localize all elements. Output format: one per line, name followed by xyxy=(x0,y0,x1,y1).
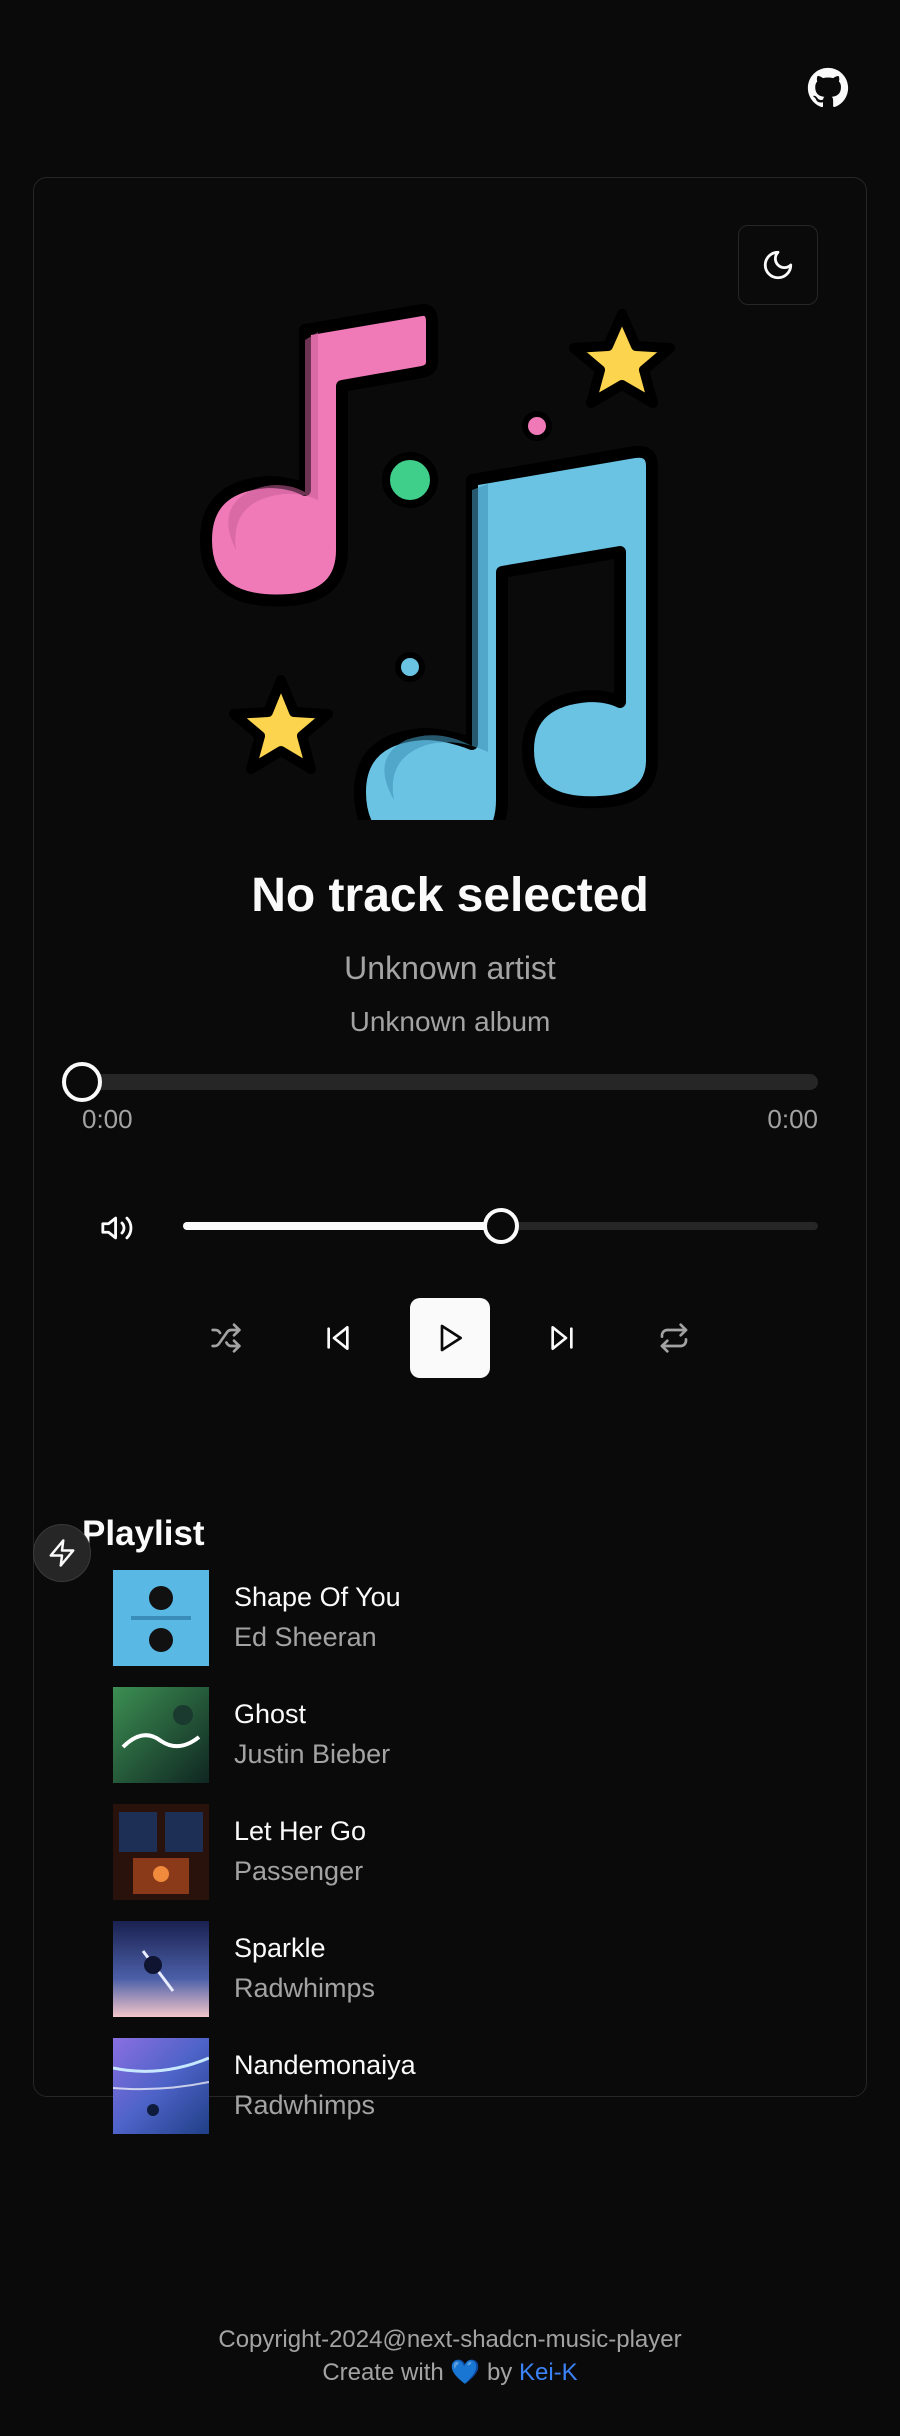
zap-icon xyxy=(49,1539,75,1567)
github-link[interactable] xyxy=(806,66,850,110)
album-cover xyxy=(113,1570,209,1666)
theme-toggle-button[interactable] xyxy=(738,225,818,305)
dot-green xyxy=(382,452,438,508)
album-cover xyxy=(113,1804,209,1900)
track-title: No track selected xyxy=(251,869,649,922)
playlist: Shape Of You Ed Sheeran Ghost Justin Bie… xyxy=(113,1570,813,2155)
shuffle-icon xyxy=(211,1323,241,1353)
play-icon xyxy=(440,1324,462,1352)
progress-slider[interactable] xyxy=(62,1062,818,1102)
time-total: 0:00 xyxy=(767,1104,818,1134)
quick-action-button[interactable] xyxy=(33,1524,91,1582)
author-link[interactable]: Kei-K xyxy=(519,2359,578,2386)
shuffle-button[interactable] xyxy=(196,1308,256,1368)
playlist-heading: Playlist xyxy=(82,1514,205,1553)
time-current: 0:00 xyxy=(82,1104,133,1134)
play-button[interactable] xyxy=(410,1298,490,1378)
playlist-item[interactable]: Let Her Go Passenger xyxy=(113,1804,813,1900)
playlist-item-artist: Radwhimps xyxy=(234,2090,376,2120)
track-artist: Unknown artist xyxy=(344,950,556,986)
album-cover xyxy=(113,2038,209,2134)
volume-thumb[interactable] xyxy=(482,1208,519,1244)
playlist-item-artist: Passenger xyxy=(234,1856,364,1886)
previous-button[interactable] xyxy=(308,1308,368,1368)
track-album: Unknown album xyxy=(349,1006,551,1037)
progress-thumb[interactable] xyxy=(62,1062,102,1102)
playlist-item-title: Ghost xyxy=(234,1699,307,1729)
playlist-item-artist: Ed Sheeran xyxy=(234,1622,377,1652)
album-cover xyxy=(113,1687,209,1783)
album-cover xyxy=(113,1921,209,2017)
next-button[interactable] xyxy=(532,1308,592,1368)
playlist-item[interactable]: Shape Of You Ed Sheeran xyxy=(113,1570,813,1666)
dot-pink xyxy=(522,411,552,441)
repeat-icon xyxy=(660,1323,688,1353)
star-icon xyxy=(569,309,675,408)
star-icon xyxy=(229,675,333,774)
playlist-item-artist: Justin Bieber xyxy=(234,1739,391,1769)
github-icon xyxy=(807,67,849,108)
music-notes-illustration xyxy=(200,303,675,820)
repeat-button[interactable] xyxy=(644,1308,704,1368)
playlist-item[interactable]: Sparkle Radwhimps xyxy=(113,1921,813,2017)
playlist-item-title: Let Her Go xyxy=(234,1816,367,1846)
moon-icon xyxy=(763,250,793,280)
skip-forward-icon xyxy=(551,1326,573,1350)
footer-credit-text: Create with 💙 by xyxy=(322,2359,519,2386)
playlist-item-title: Sparkle xyxy=(234,1933,326,1963)
playlist-item[interactable]: Ghost Justin Bieber xyxy=(113,1687,813,1783)
playlist-item[interactable]: Nandemonaiya Radwhimps xyxy=(113,2038,813,2134)
skip-back-icon xyxy=(327,1326,349,1350)
footer-copyright: Copyright-2024@next-shadcn-music-player xyxy=(218,2326,682,2353)
playlist-item-artist: Radwhimps xyxy=(234,1973,376,2003)
playlist-item-title: Shape Of You xyxy=(234,1582,401,1612)
dot-blue xyxy=(395,652,425,682)
volume-slider[interactable] xyxy=(183,1208,818,1244)
footer-credit: Create with 💙 by Kei-K xyxy=(0,2358,900,2387)
playlist-item-title: Nandemonaiya xyxy=(234,2050,416,2080)
volume-button[interactable] xyxy=(98,1209,136,1247)
volume-fill xyxy=(183,1222,501,1230)
volume-icon xyxy=(101,1216,133,1240)
